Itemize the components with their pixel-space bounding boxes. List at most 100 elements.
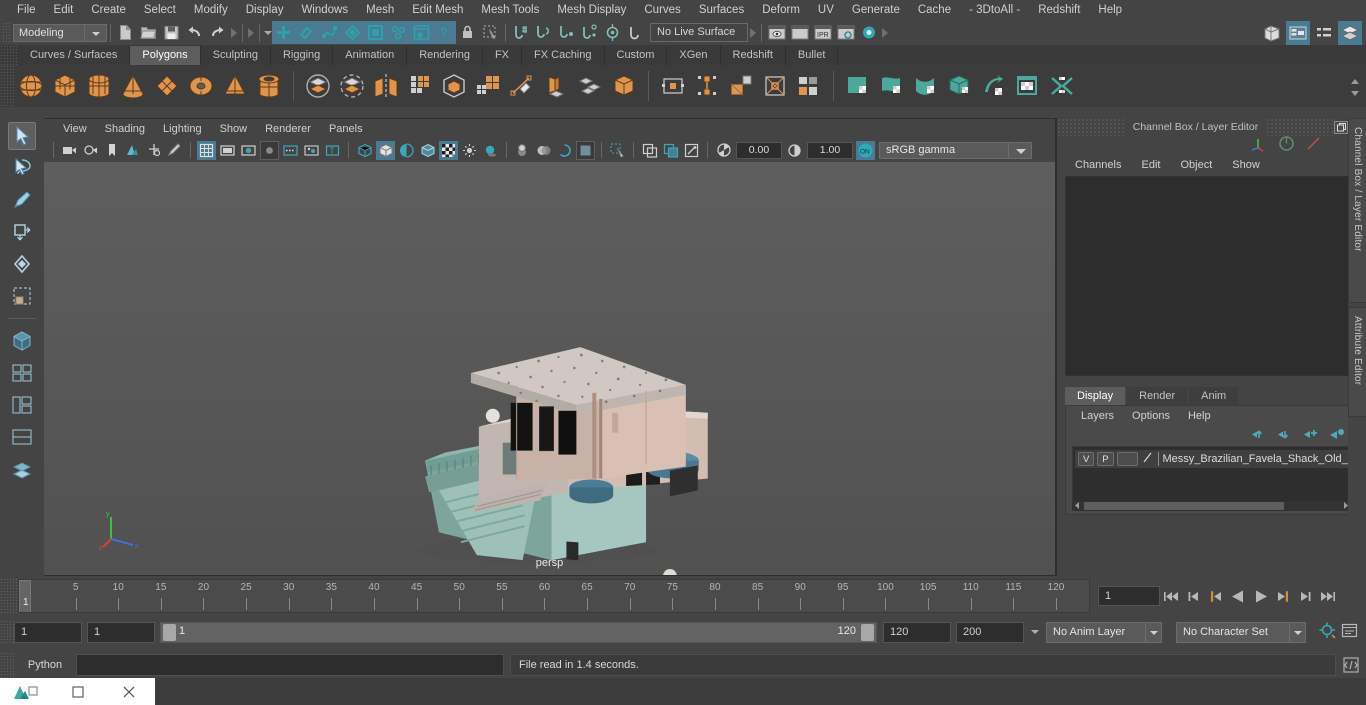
color-profile-chevron-down-icon[interactable] [1009, 141, 1032, 159]
menu-3dtoall[interactable]: - 3DtoAll - [960, 0, 1029, 20]
menu-cache[interactable]: Cache [909, 0, 960, 20]
move-tool-button[interactable] [8, 218, 36, 246]
show-hide-channel-box-button[interactable] [1338, 20, 1362, 45]
uv-layout-icon[interactable] [1011, 67, 1045, 105]
anim-layer-chevron-down-icon[interactable] [1146, 621, 1162, 643]
viewport-menu-panels[interactable]: Panels [320, 123, 372, 135]
menu-select[interactable]: Select [135, 0, 185, 20]
shelf-tab-bullet[interactable]: Bullet [785, 46, 839, 65]
menu-help[interactable]: Help [1089, 0, 1131, 20]
layer-tab-anim[interactable]: Anim [1189, 387, 1239, 405]
menu-mesh-tools[interactable]: Mesh Tools [472, 0, 548, 20]
open-scene-button[interactable] [137, 21, 160, 44]
texture-display-icon[interactable] [439, 140, 458, 160]
hypershade-button[interactable] [857, 21, 880, 44]
bevel-icon[interactable] [573, 67, 607, 105]
xray-joints-icon[interactable] [281, 141, 300, 160]
new-scene-button[interactable] [114, 21, 137, 44]
panel-layout-button[interactable] [8, 391, 36, 419]
channel-box-menu-channels[interactable]: Channels [1065, 159, 1131, 171]
layer-menu-help[interactable]: Help [1179, 410, 1220, 422]
new-layer-icon[interactable] [1303, 428, 1319, 444]
status-line-grip[interactable] [2, 21, 11, 44]
select-handles-button[interactable] [341, 21, 364, 44]
select-tool-button[interactable] [479, 21, 502, 44]
paint-select-tool-button[interactable] [8, 186, 36, 214]
undo-button[interactable] [183, 21, 206, 44]
viewport-menu-show[interactable]: Show [211, 123, 257, 135]
render-arrow[interactable] [880, 23, 890, 43]
side-tab-attribute-editor[interactable]: Attribute Editor [1348, 307, 1366, 417]
layer-tab-render[interactable]: Render [1127, 387, 1188, 405]
mask-dropdown-icon[interactable] [263, 23, 272, 43]
selection-mask-arrow-2[interactable] [246, 23, 256, 43]
shelf-tab-sculpting[interactable]: Sculpting [200, 46, 271, 65]
time-slider-track[interactable]: 1 5 10 15 20 25 30 35 40 45 50 55 60 65 70 75 80 85 90 95 1… [18, 579, 1090, 613]
menu-redshift[interactable]: Redshift [1029, 0, 1089, 20]
character-set-field[interactable]: No Character Set [1176, 621, 1290, 643]
shelf-tab-rendering[interactable]: Rendering [407, 46, 483, 65]
quad-draw-icon[interactable] [505, 67, 539, 105]
light-manip-icon[interactable] [302, 141, 321, 160]
channel-box-menu-edit[interactable]: Edit [1131, 159, 1170, 171]
layer-visibility-toggle[interactable]: V [1078, 452, 1095, 466]
target-weld-icon[interactable] [724, 67, 758, 105]
range-slider-bar[interactable]: 1 120 [160, 621, 877, 643]
xray-joints-mode-icon[interactable] [682, 141, 701, 160]
gamma-icon[interactable] [785, 141, 804, 160]
viewport-menu-renderer[interactable]: Renderer [256, 123, 320, 135]
layer-list-horizontal-scrollbar[interactable] [1072, 501, 1351, 511]
go-to-end-button[interactable] [1317, 586, 1336, 606]
select-deformations-button[interactable] [387, 21, 410, 44]
script-editor-button[interactable] [1336, 656, 1366, 674]
menu-surfaces[interactable]: Surfaces [690, 0, 753, 20]
select-camera-icon[interactable] [60, 141, 79, 160]
layer-playback-toggle[interactable]: P [1097, 452, 1114, 466]
uv-cylindrical-icon[interactable] [909, 67, 943, 105]
screen-space-ao-icon[interactable] [513, 141, 532, 160]
shelf-tab-polygons[interactable]: Polygons [130, 46, 201, 65]
menu-curves[interactable]: Curves [635, 0, 689, 20]
range-end-handle[interactable] [861, 623, 874, 641]
command-input-field[interactable] [76, 654, 504, 676]
uv-editor-icon[interactable] [841, 67, 875, 105]
range-slider-grip[interactable] [0, 620, 14, 644]
wireframe-shading-icon[interactable] [355, 141, 374, 160]
camera-attributes-icon[interactable] [81, 141, 100, 160]
shelf-scroll-up-icon[interactable] [1348, 76, 1362, 88]
connect-components-icon[interactable] [690, 67, 724, 105]
menu-mesh[interactable]: Mesh [357, 0, 403, 20]
smooth-icon[interactable] [471, 67, 505, 105]
red-slash-icon[interactable] [1305, 135, 1322, 155]
poly-pyramid-icon[interactable] [218, 67, 252, 105]
show-hide-tool-settings-button[interactable] [1312, 21, 1336, 45]
app-thumbnail[interactable] [0, 678, 52, 705]
lasso-tool-button[interactable] [8, 154, 36, 182]
uv-cut-sew-icon[interactable] [1045, 67, 1079, 105]
scale-tool-button[interactable] [8, 282, 36, 310]
selection-mask-arrow-1[interactable] [229, 23, 239, 43]
view-cube-button[interactable] [8, 327, 36, 355]
color-management-toggle-icon[interactable]: ON [856, 140, 875, 160]
menu-modify[interactable]: Modify [185, 0, 237, 20]
channel-box-attribute-list[interactable] [1065, 176, 1358, 376]
menu-uv[interactable]: UV [809, 0, 843, 20]
boolean-icon[interactable] [437, 67, 471, 105]
poly-torus-icon[interactable] [184, 67, 218, 105]
shelf-scroll-down-icon[interactable] [1348, 88, 1362, 100]
step-forward-button[interactable] [1295, 586, 1314, 606]
character-set-chevron-down-icon[interactable] [1290, 621, 1306, 643]
bridge-icon[interactable] [607, 67, 641, 105]
go-to-start-button[interactable] [1163, 586, 1182, 606]
twoD-pan-zoom-icon[interactable] [144, 141, 163, 160]
move-layer-up-icon[interactable] [1251, 428, 1267, 444]
select-by-object-type-button[interactable] [295, 21, 318, 44]
shelf-tab-curves-surfaces[interactable]: Curves / Surfaces [18, 46, 131, 65]
shelf-scroll-arrows[interactable] [1348, 76, 1364, 116]
poly-pipe-icon[interactable] [252, 67, 286, 105]
current-frame-field[interactable]: 1 [1098, 586, 1160, 606]
text-overlay-icon[interactable]: T [323, 141, 342, 160]
snap-to-projected-center-button[interactable] [578, 21, 601, 44]
exposure-icon[interactable] [714, 141, 733, 160]
gate-mask-icon[interactable] [260, 140, 279, 160]
